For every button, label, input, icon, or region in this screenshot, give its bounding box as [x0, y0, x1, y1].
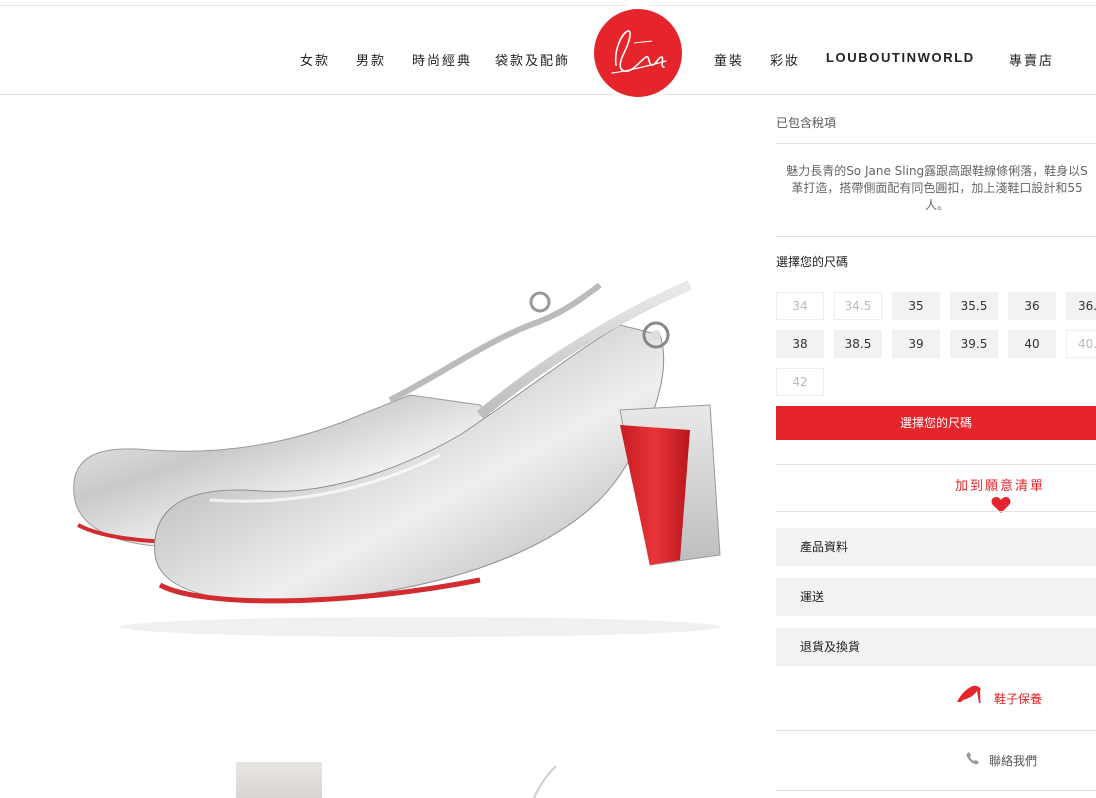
- nav-stores[interactable]: 專賣店: [1009, 50, 1054, 69]
- description-line: 革打造，搭帶側面配有同色圓扣，加上淺鞋口設計和55: [791, 181, 1083, 195]
- size-option-39-5[interactable]: 39.5: [950, 330, 998, 358]
- tax-note: 已包含稅項: [776, 116, 837, 130]
- divider: [776, 143, 1096, 144]
- size-option-38-5[interactable]: 38.5: [834, 330, 882, 358]
- logo-signature-icon: [611, 30, 667, 74]
- accordion-product-details[interactable]: 產品資料: [776, 528, 1096, 566]
- size-option-38[interactable]: 38: [776, 330, 824, 358]
- thumbnail-1[interactable]: [236, 762, 322, 798]
- divider: [776, 511, 1096, 512]
- divider: [776, 236, 1096, 237]
- divider: [776, 730, 1096, 731]
- product-description: 魅力長青的So Jane Sling露跟高跟鞋線條俐落，鞋身以S 革打造，搭帶側…: [778, 163, 1096, 214]
- nav-bags-accessories[interactable]: 袋款及配飾: [495, 50, 570, 69]
- description-line: 魅力長青的So Jane Sling露跟高跟鞋線條俐落，鞋身以S: [786, 164, 1088, 178]
- size-option-35-5[interactable]: 35.5: [950, 292, 998, 320]
- accordion-shipping[interactable]: 運送: [776, 578, 1096, 616]
- nav-kids[interactable]: 童裝: [714, 50, 744, 69]
- shoe-care-link[interactable]: 鞋子保養: [994, 690, 1042, 707]
- size-option-40-5: 40.5: [1066, 330, 1096, 358]
- size-option-39[interactable]: 39: [892, 330, 940, 358]
- high-heel-icon: [957, 685, 981, 703]
- divider: [776, 790, 1096, 791]
- nav-classics[interactable]: 時尚經典: [412, 50, 472, 69]
- divider: [776, 464, 1096, 465]
- nav-women[interactable]: 女款: [300, 50, 330, 69]
- nav-beauty[interactable]: 彩妝: [770, 50, 800, 69]
- size-title: 選擇您的尺碼: [776, 255, 849, 269]
- select-size-button[interactable]: 選擇您的尺碼: [776, 406, 1096, 440]
- description-line: 人。: [924, 198, 949, 212]
- brand-logo[interactable]: [594, 9, 682, 97]
- size-option-35[interactable]: 35: [892, 292, 940, 320]
- thumbnail-2[interactable]: [526, 764, 558, 798]
- product-image[interactable]: [60, 255, 740, 655]
- nav-louboutinworld[interactable]: LOUBOUTINWORLD: [826, 50, 975, 65]
- phone-icon: [966, 752, 979, 765]
- add-to-wishlist-link[interactable]: 加到願意清單: [955, 475, 1045, 494]
- size-option-40[interactable]: 40: [1008, 330, 1056, 358]
- size-option-42: 42: [776, 368, 824, 396]
- size-option-36[interactable]: 36: [1008, 292, 1056, 320]
- size-option-36-5[interactable]: 36.5: [1066, 292, 1096, 320]
- nav-men[interactable]: 男款: [356, 50, 386, 69]
- size-option-34-5: 34.5: [834, 292, 882, 320]
- size-option-34: 34: [776, 292, 824, 320]
- accordion-returns[interactable]: 退貨及換貨: [776, 628, 1096, 666]
- contact-us-link[interactable]: 聯絡我們: [989, 752, 1037, 769]
- site-header: 女款 男款 時尚經典 袋款及配飾 童裝 彩妝 LOUBOUTINWORLD 專賣…: [0, 6, 1096, 95]
